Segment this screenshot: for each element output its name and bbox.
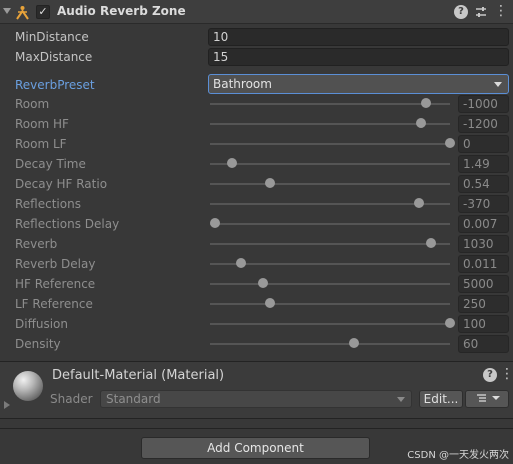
divider — [0, 428, 513, 429]
add-component-button[interactable]: Add Component — [141, 437, 370, 459]
slider-value-field[interactable]: 5000 — [458, 275, 509, 293]
slider-track[interactable] — [210, 283, 450, 285]
slider-thumb[interactable] — [425, 238, 436, 248]
help-icon[interactable]: ? — [454, 5, 468, 19]
slider-thumb[interactable] — [265, 178, 275, 188]
slider-thumb[interactable] — [265, 298, 275, 308]
slider-thumb[interactable] — [349, 338, 359, 348]
slider-value-field[interactable]: 0.011 — [458, 255, 509, 273]
slider-thumb[interactable] — [257, 278, 268, 288]
slider-thumb[interactable] — [226, 158, 237, 168]
shader-list-button[interactable] — [465, 390, 509, 408]
slider-track[interactable] — [210, 183, 450, 185]
slider-row: LF Reference 250 — [0, 294, 513, 314]
max-distance-field[interactable]: 15 — [208, 48, 509, 66]
slider-row: Reverb Delay 0.011 — [0, 254, 513, 274]
slider-row: Reflections Delay 0.007 — [0, 214, 513, 234]
slider-value-field[interactable]: 0 — [458, 135, 509, 153]
slider-track[interactable] — [210, 123, 450, 125]
slider-label: Room — [15, 97, 50, 111]
slider-row: Room LF 0 — [0, 134, 513, 154]
slider-thumb[interactable] — [445, 318, 455, 328]
min-distance-field[interactable]: 10 — [208, 28, 509, 46]
slider-track[interactable] — [210, 323, 450, 325]
more-menu-icon[interactable]: ⋮ — [494, 4, 508, 19]
more-menu-icon[interactable]: ⋮ — [500, 367, 513, 382]
slider-row: Room -1000 — [0, 94, 513, 114]
foldout-arrow-icon[interactable] — [4, 401, 10, 409]
slider-thumb[interactable] — [413, 198, 424, 208]
slider-label: LF Reference — [15, 297, 93, 311]
slider-label: Decay HF Ratio — [15, 177, 108, 191]
slider-label: Reflections Delay — [15, 217, 120, 231]
chevron-down-icon — [397, 397, 405, 402]
slider-label: Room LF — [15, 137, 67, 151]
slider-label: Reflections — [15, 197, 81, 211]
slider-value-field[interactable]: 0.54 — [458, 175, 509, 193]
component-header[interactable]: ✓ Audio Reverb Zone ? ⋮ — [0, 0, 513, 24]
slider-row: Diffusion 100 — [0, 314, 513, 334]
slider-row: Room HF -1200 — [0, 114, 513, 134]
slider-thumb[interactable] — [236, 258, 247, 268]
slider-value-field[interactable]: 1030 — [458, 235, 509, 253]
presets-icon[interactable] — [474, 5, 488, 19]
slider-track[interactable] — [210, 263, 450, 265]
slider-thumb[interactable] — [445, 138, 455, 148]
slider-track[interactable] — [210, 243, 450, 245]
slider-track[interactable] — [210, 343, 450, 345]
slider-track[interactable] — [210, 223, 450, 225]
shader-edit-button[interactable]: Edit... — [419, 390, 463, 408]
slider-row: Reverb 1030 — [0, 234, 513, 254]
slider-value-field[interactable]: -1200 — [458, 115, 509, 133]
min-distance-label: MinDistance — [15, 30, 89, 44]
slider-label: Density — [15, 337, 61, 351]
max-distance-label: MaxDistance — [15, 50, 93, 64]
divider — [0, 418, 513, 419]
slider-value-field[interactable]: -1000 — [458, 95, 509, 113]
chevron-down-icon — [494, 82, 502, 87]
slider-value-field[interactable]: 250 — [458, 295, 509, 313]
slider-track[interactable] — [210, 163, 450, 165]
material-preview-icon — [13, 371, 43, 401]
slider-thumb[interactable] — [209, 218, 220, 228]
slider-label: Reverb — [15, 237, 58, 251]
slider-label: HF Reference — [15, 277, 96, 291]
slider-row: Decay HF Ratio 0.54 — [0, 174, 513, 194]
shader-value: Standard — [106, 392, 161, 406]
slider-value-field[interactable]: 0.007 — [458, 215, 509, 233]
slider-thumb[interactable] — [416, 118, 427, 128]
shader-label: Shader — [50, 392, 93, 406]
enabled-checkbox[interactable]: ✓ — [36, 5, 50, 19]
audio-reverb-zone-icon — [16, 6, 29, 20]
slider-value-field[interactable]: 1.49 — [458, 155, 509, 173]
slider-value-field[interactable]: 60 — [458, 335, 509, 353]
foldout-arrow-icon[interactable] — [3, 8, 11, 14]
slider-value-field[interactable]: -370 — [458, 195, 509, 213]
reverb-preset-dropdown[interactable]: Bathroom — [208, 74, 509, 94]
slider-row: Density 60 — [0, 334, 513, 354]
slider-row: Reflections -370 — [0, 194, 513, 214]
help-icon[interactable]: ? — [483, 368, 497, 382]
reverb-preset-label: ReverbPreset — [15, 78, 95, 92]
reverb-preset-value: Bathroom — [213, 77, 272, 91]
slider-label: Reverb Delay — [15, 257, 96, 271]
slider-row: HF Reference 5000 — [0, 274, 513, 294]
material-title: Default-Material (Material) — [52, 368, 225, 383]
watermark: CSDN @一天发火两次 — [407, 450, 509, 461]
slider-track[interactable] — [210, 143, 450, 145]
slider-track[interactable] — [210, 303, 450, 305]
slider-track[interactable] — [210, 103, 450, 105]
slider-label: Decay Time — [15, 157, 86, 171]
material-section: Default-Material (Material) ? ⋮ Shader S… — [0, 362, 513, 418]
slider-label: Room HF — [15, 117, 69, 131]
shader-dropdown[interactable]: Standard — [100, 390, 412, 408]
slider-label: Diffusion — [15, 317, 68, 331]
slider-row: Decay Time 1.49 — [0, 154, 513, 174]
list-icon — [477, 394, 500, 402]
slider-value-field[interactable]: 100 — [458, 315, 509, 333]
component-title: Audio Reverb Zone — [57, 4, 186, 18]
slider-thumb[interactable] — [421, 98, 431, 108]
